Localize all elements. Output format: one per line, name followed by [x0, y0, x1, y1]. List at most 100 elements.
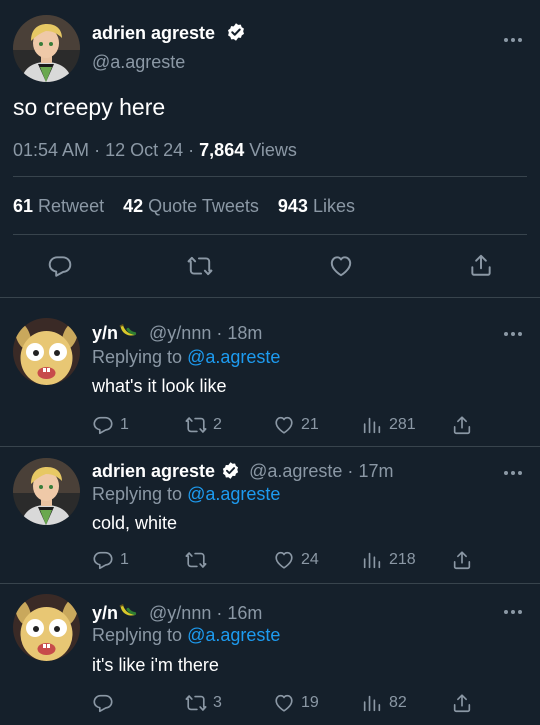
reply-age[interactable]: 18m [227, 323, 262, 343]
retweets-count: 61 [13, 196, 34, 216]
main-tweet: adrien agreste @a.agreste so creepy here… [0, 0, 540, 298]
reply-button[interactable]: 1 [92, 549, 129, 571]
share-button[interactable] [451, 692, 473, 714]
retweet-button[interactable] [185, 549, 213, 571]
replying-to-link[interactable]: @a.agreste [187, 484, 280, 504]
views-button[interactable]: 82 [361, 692, 407, 714]
reply-tweet[interactable]: adrien agreste @a.agreste · 17m Replying… [0, 447, 540, 583]
reply-tweet[interactable]: y/n @y/nnn · 18m Replying to @a.agreste … [0, 298, 540, 446]
tweet-meta: 01:54 AM · 12 Oct 24 · 7,864 Views [13, 140, 297, 161]
likes-count: 943 [277, 196, 308, 216]
reply-button[interactable] [92, 692, 120, 714]
tweet-text: so creepy here [13, 94, 166, 120]
avatar[interactable] [13, 318, 80, 385]
likes-label: Likes [312, 196, 355, 216]
reply-author-handle[interactable]: @y/nnn [149, 323, 211, 343]
reply-tweet[interactable]: y/n @y/nnn · 16m Replying to @a.agreste … [0, 584, 540, 725]
like-button[interactable]: 24 [273, 549, 319, 571]
verified-icon [226, 22, 246, 42]
replying-to-link[interactable]: @a.agreste [187, 625, 280, 645]
reply-age[interactable]: 16m [227, 603, 262, 623]
reply-text: cold, white [92, 513, 178, 533]
share-icon [451, 692, 473, 714]
share-icon [451, 549, 473, 571]
divider [13, 176, 527, 177]
more-icon [502, 607, 524, 617]
author-name[interactable]: adrien agreste [92, 23, 215, 43]
views-icon [361, 549, 383, 571]
retweets-label: Retweet [38, 196, 105, 216]
views-icon [361, 692, 383, 714]
like-button[interactable] [328, 253, 354, 279]
views-label: Views [249, 140, 297, 160]
reply-icon [47, 253, 73, 279]
verified-icon [221, 461, 240, 480]
like-count: 24 [301, 551, 319, 568]
views-button[interactable]: 218 [361, 549, 416, 571]
reply-text: it's like i'm there [92, 655, 219, 675]
share-button[interactable] [451, 549, 473, 571]
avatar[interactable] [13, 458, 80, 525]
retweet-button[interactable]: 3 [185, 692, 222, 714]
avatar[interactable] [13, 594, 80, 661]
reply-icon [92, 549, 114, 571]
reply-header: y/n @y/nnn · 16m [92, 601, 262, 624]
more-icon [502, 468, 524, 478]
meta-separator: · [216, 603, 223, 623]
replying-to-link[interactable]: @a.agreste [187, 347, 280, 367]
reply-count: 1 [120, 416, 129, 433]
reply-author-name[interactable]: y/n [92, 603, 118, 623]
retweet-count: 3 [213, 694, 222, 711]
like-button[interactable]: 19 [273, 692, 319, 714]
like-icon [273, 549, 295, 571]
like-button[interactable]: 21 [273, 414, 319, 436]
retweet-icon [185, 414, 207, 436]
reply-author-handle[interactable]: @y/nnn [149, 603, 211, 623]
like-count: 21 [301, 416, 319, 433]
avatar[interactable] [13, 15, 80, 82]
reply-author-name[interactable]: adrien agreste [92, 461, 215, 481]
replying-to: Replying to @a.agreste [92, 625, 280, 646]
more-options-button[interactable] [502, 465, 524, 475]
quotes-label: Quote Tweets [148, 196, 259, 216]
share-button[interactable] [451, 414, 473, 436]
retweet-button[interactable] [187, 253, 213, 279]
meta-separator: · [347, 461, 354, 481]
tweet-date[interactable]: 12 Oct 24 [105, 140, 183, 160]
likes-stat[interactable]: 943 Likes [278, 196, 355, 216]
reply-button[interactable] [47, 253, 73, 279]
more-options-button[interactable] [502, 604, 524, 614]
author-name-row: adrien agreste [92, 22, 246, 44]
reply-author-handle[interactable]: @a.agreste [249, 461, 342, 481]
reply-button[interactable]: 1 [92, 414, 129, 436]
share-icon [451, 414, 473, 436]
share-button[interactable] [468, 252, 494, 278]
reply-count: 1 [120, 551, 129, 568]
like-icon [328, 253, 354, 279]
author-handle[interactable]: @a.agreste [92, 52, 185, 73]
reply-icon [92, 692, 114, 714]
meta-separator: · [216, 323, 223, 343]
reply-age[interactable]: 17m [358, 461, 393, 481]
views-count: 281 [389, 416, 416, 433]
reply-author-name[interactable]: y/n [92, 323, 118, 343]
retweet-icon [185, 549, 207, 571]
retweet-button[interactable]: 2 [185, 414, 222, 436]
views-count: 218 [389, 551, 416, 568]
meta-separator: · [94, 140, 101, 160]
more-options-button[interactable] [502, 32, 524, 42]
like-icon [273, 414, 295, 436]
views-button[interactable]: 281 [361, 414, 416, 436]
replying-to: Replying to @a.agreste [92, 347, 280, 368]
more-options-button[interactable] [502, 326, 524, 336]
like-icon [273, 692, 295, 714]
more-icon [502, 35, 524, 45]
quotes-stat[interactable]: 42 Quote Tweets [123, 196, 259, 216]
retweets-stat[interactable]: 61 Retweet [13, 196, 104, 216]
banana-emoji-icon [118, 321, 138, 341]
adrien-avatar-image [13, 458, 80, 525]
banana-emoji-icon [118, 601, 138, 621]
tweet-time[interactable]: 01:54 AM [13, 140, 89, 160]
quotes-count: 42 [123, 196, 144, 216]
adrien-avatar-image [13, 15, 80, 82]
